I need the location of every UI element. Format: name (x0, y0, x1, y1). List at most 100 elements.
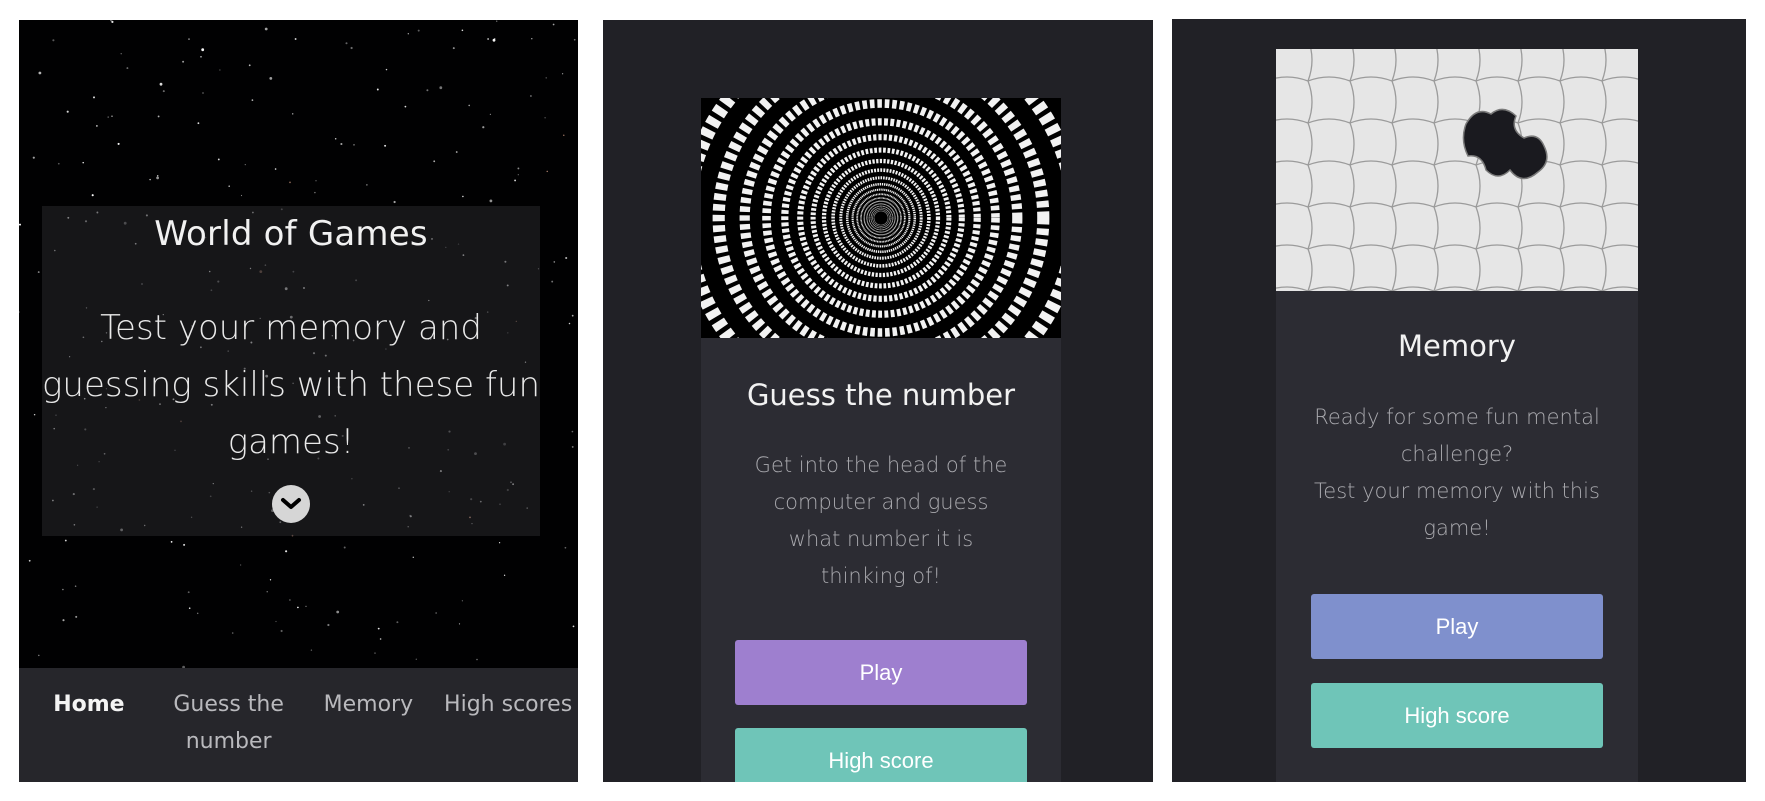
puzzle-seam (1276, 202, 1313, 250)
puzzle-seam (1475, 244, 1523, 291)
star (275, 620, 277, 623)
star (93, 96, 95, 99)
guess-play-button[interactable]: Play (735, 640, 1027, 705)
puzzle-seam (1475, 49, 1481, 82)
memory-game-title: Memory (1398, 329, 1516, 363)
star (468, 104, 471, 107)
star (162, 90, 165, 93)
star (96, 125, 98, 127)
star (231, 632, 234, 634)
memory-play-button[interactable]: Play (1311, 594, 1603, 659)
memory-description-line-2: Test your memory with this game! (1314, 479, 1600, 540)
nav-item-guess-the-number[interactable]: Guess the number (164, 686, 294, 760)
star (110, 20, 112, 22)
star (196, 612, 199, 615)
puzzle-seam (1276, 244, 1313, 291)
puzzle-seam (1349, 49, 1355, 82)
star (377, 627, 380, 630)
puzzle-seam (1307, 118, 1355, 166)
puzzle-seam (1349, 160, 1397, 208)
star (345, 42, 348, 45)
binary-spiral-image (701, 98, 1061, 338)
puzzle-seam (1602, 49, 1638, 81)
star (476, 658, 478, 661)
memory-game-description: Ready for some fun mental challenge? Tes… (1312, 399, 1602, 547)
star (552, 23, 555, 26)
star (202, 92, 204, 94)
puzzle-seam (1601, 244, 1638, 250)
star (219, 69, 221, 71)
guess-high-score-button[interactable]: High score (735, 728, 1027, 782)
puzzle-seam (1391, 118, 1439, 166)
star (82, 161, 84, 164)
star (183, 543, 186, 546)
site-tagline: Test your memory and guessing skills wit… (42, 308, 541, 462)
star (517, 174, 519, 176)
star (248, 64, 251, 67)
chevron-down-circle-icon[interactable] (272, 485, 310, 523)
star (531, 38, 533, 40)
puzzle-seam (1517, 244, 1565, 291)
star (489, 113, 492, 116)
star (417, 29, 420, 32)
puzzle-seam (1559, 244, 1607, 291)
star (379, 638, 382, 640)
star (19, 223, 22, 226)
puzzle-seam (1559, 160, 1607, 208)
star (182, 60, 185, 63)
puzzle-seam (1433, 160, 1481, 208)
star (156, 175, 159, 177)
star (111, 115, 113, 117)
puzzle-seam (1276, 286, 1309, 291)
puzzle-seam (1433, 202, 1481, 250)
star (336, 610, 340, 614)
star (544, 117, 546, 119)
star (343, 546, 346, 549)
star (498, 542, 501, 544)
memory-description-line-1: Ready for some fun mental challenge? (1314, 405, 1600, 466)
puzzle-seam (1433, 286, 1477, 291)
nav-item-memory[interactable]: Memory (303, 686, 433, 723)
hero-card: World of Games Test your memory and gues… (42, 206, 540, 536)
star (514, 179, 517, 182)
star (439, 86, 443, 90)
star (314, 191, 316, 194)
star (426, 89, 429, 92)
star (404, 105, 407, 108)
star (52, 39, 55, 42)
star (64, 539, 67, 542)
nav-item-high-scores[interactable]: High scores (443, 686, 573, 723)
puzzle-seam (1349, 286, 1393, 291)
star (340, 142, 343, 146)
star (529, 95, 532, 97)
star (200, 55, 202, 58)
memory-high-score-button[interactable]: High score (1311, 683, 1603, 748)
puzzle-seam (1517, 49, 1523, 82)
star (305, 605, 307, 607)
star (412, 556, 415, 559)
star (327, 623, 330, 627)
star (385, 68, 388, 71)
star (62, 619, 65, 622)
puzzle-seam (1601, 202, 1638, 208)
binary-ring (701, 98, 1061, 338)
star (266, 591, 268, 593)
star (461, 600, 464, 602)
star (350, 46, 353, 50)
puzzle-seam (1601, 160, 1638, 166)
star (489, 199, 493, 203)
star (573, 38, 576, 41)
puzzle-seam (1391, 49, 1397, 82)
star (285, 550, 288, 553)
puzzle-seam (1601, 286, 1638, 291)
star (546, 170, 548, 173)
star (107, 116, 109, 118)
star (561, 73, 564, 75)
binary-ring (701, 98, 1061, 338)
nav-item-home[interactable]: Home (24, 686, 154, 723)
guess-game-title: Guess the number (746, 378, 1016, 412)
puzzle-seam (1559, 118, 1607, 166)
star (244, 163, 246, 166)
puzzle-seam (1307, 286, 1351, 291)
puzzle-seam (1276, 118, 1313, 166)
